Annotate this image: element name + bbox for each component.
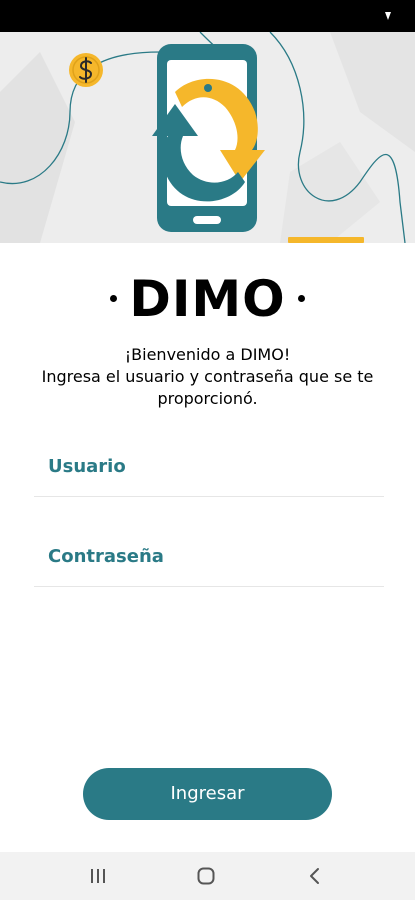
welcome-message: ¡Bienvenido a DIMO! Ingresa el usuario y… [20, 344, 395, 410]
brand-title: DIMO [0, 268, 415, 330]
welcome-line-2: Ingresa el usuario y contraseña que se t… [41, 367, 374, 408]
login-screen: DIMO ¡Bienvenido a DIMO! Ingresa el usua… [0, 0, 415, 900]
nav-recent-apps-button[interactable] [78, 860, 118, 892]
nav-back-button[interactable] [294, 860, 334, 892]
username-input[interactable] [48, 446, 378, 486]
status-bar [0, 0, 415, 32]
password-field[interactable] [34, 536, 384, 587]
dollar-coin-icon [69, 53, 103, 87]
welcome-line-1: ¡Bienvenido a DIMO! [124, 345, 291, 364]
login-button[interactable]: Ingresar [83, 768, 332, 820]
username-field[interactable] [34, 446, 384, 497]
home-icon [197, 867, 215, 885]
phone-sync-illustration [0, 32, 415, 243]
password-input[interactable] [48, 536, 378, 576]
back-icon [310, 868, 319, 884]
hero-illustration [0, 32, 415, 243]
signal-icon [385, 12, 391, 20]
system-nav-bar [0, 852, 415, 900]
brand-name: DIMO [129, 270, 286, 328]
brand-dot-left [110, 295, 118, 302]
recent-apps-icon [91, 869, 105, 883]
nav-home-button[interactable] [186, 860, 226, 892]
brand-dot-right [297, 295, 305, 302]
